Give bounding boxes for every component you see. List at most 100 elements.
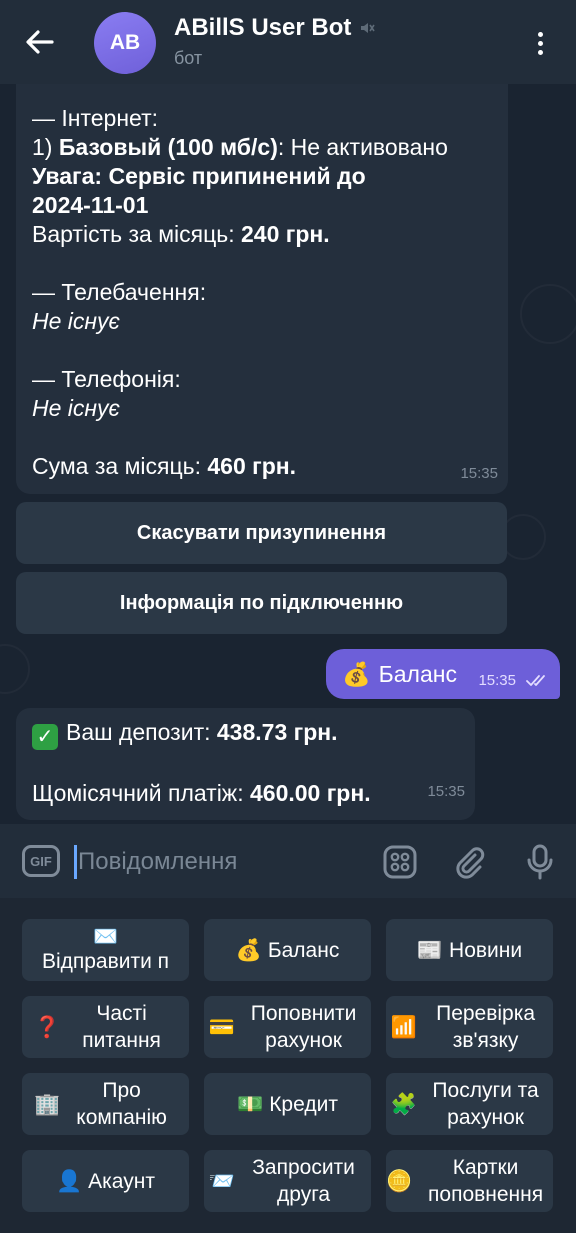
avatar[interactable]: AB: [94, 12, 156, 74]
message-line: [32, 249, 490, 278]
banknote-icon: 💵: [237, 1092, 264, 1116]
message-text-part: Сума за місяць:: [32, 453, 208, 479]
dot-icon: [537, 31, 543, 37]
arrow-left-icon: [26, 30, 54, 54]
keyboard-button-label: Відправити п: [41, 949, 170, 973]
money-bag-icon: 💰: [235, 938, 262, 962]
message-line: 1) Базовый (100 мб/с): Не активовано: [32, 133, 490, 162]
message-text-part: : Не активовано: [277, 134, 448, 160]
keyboard-button-label: Новини: [449, 938, 523, 962]
message-text-part: Базовый (100 мб/с): [58, 134, 278, 160]
inline-button-cancel-suspension[interactable]: Скасувати призупинення: [16, 502, 507, 564]
keyboard-button-label: Кредит: [269, 1092, 338, 1116]
keyboard-button-faq[interactable]: ❓ Часті питання: [22, 996, 189, 1058]
incoming-envelope-icon: 📨: [208, 1169, 236, 1193]
keyboard-button-label: Про компанію: [76, 1079, 167, 1129]
outgoing-message-text: Баланс: [378, 660, 457, 687]
message-line: — Інтернет:: [32, 104, 490, 133]
outgoing-message[interactable]: 💰 Баланс 15:35: [326, 649, 560, 699]
message-line: Увага: Сервіс припинений до: [32, 162, 490, 191]
keyboard-button-invite[interactable]: 📨 Запросити друга: [204, 1150, 371, 1212]
message-text-part: Не існує: [32, 395, 120, 421]
balance-message[interactable]: ✓ Ваш депозит: 438.73 грн. Щомісячний пла…: [16, 708, 475, 820]
keyboard-button-label: Запросити друга: [252, 1156, 355, 1206]
message-text-part: 1): [32, 134, 59, 160]
gif-button[interactable]: GIF: [22, 845, 60, 877]
message-time: 15:35: [460, 465, 498, 482]
keyboard-button-label: Часті питання: [82, 1002, 161, 1052]
text-caret: [74, 845, 77, 879]
voice-button[interactable]: [520, 842, 560, 882]
chat-area[interactable]: — Інтернет: 1) Базовый (100 мб/с): Не акт…: [0, 84, 576, 824]
message-time: 15:35: [478, 672, 516, 689]
chat-title: ABillS User Bot: [174, 14, 352, 41]
keyboard-button-about[interactable]: 🏢 Про компанію: [22, 1073, 189, 1135]
paperclip-icon: [456, 847, 485, 879]
signal-bars-icon: 📶: [390, 1015, 418, 1039]
message-line: Вартість за місяць: 240 грн.: [32, 220, 490, 249]
chat-subtitle: бот: [174, 48, 203, 68]
keyboard-button-label: Послуги та рахунок: [432, 1079, 539, 1129]
payment-value: 460.00 грн.: [249, 780, 371, 806]
keyboard-button-label: Поповнити рахунок: [250, 1002, 357, 1052]
deposit-line: ✓ Ваш депозит: 438.73 грн.: [32, 718, 459, 750]
message-input[interactable]: [78, 842, 368, 882]
message-text-part: Увага: Сервіс припинений до: [32, 163, 366, 189]
payment-line: Щомісячний платіж: 460.00 грн.: [32, 779, 459, 808]
question-mark-icon: ❓: [34, 1015, 61, 1039]
dot-icon: [537, 40, 543, 46]
attach-button[interactable]: [450, 842, 490, 882]
keyboard-button-balance[interactable]: 💰 Баланс: [204, 919, 371, 981]
empty-line: [32, 750, 459, 779]
message-text-part: — Телебачення:: [32, 279, 207, 305]
message-line: [32, 423, 490, 452]
wallpaper-doodle: [0, 644, 30, 694]
double-check-icon: [526, 675, 545, 686]
message-line: [32, 336, 490, 365]
newspaper-icon: 📰: [416, 938, 444, 962]
dot-icon: [537, 49, 543, 55]
more-menu-button[interactable]: [524, 26, 556, 60]
message-line: Сума за місяць: 460 грн.: [32, 452, 490, 481]
microphone-icon: [527, 844, 553, 880]
inline-button-connection-info[interactable]: Інформація по підключенню: [16, 572, 507, 634]
keyboard-grid-icon: [383, 845, 417, 879]
office-building-icon: 🏢: [34, 1092, 61, 1116]
message-time: 15:35: [427, 783, 465, 800]
keyboard-button-top-up-cards[interactable]: 🪙 Картки поповнення: [386, 1150, 553, 1212]
message-text-part: Вартість за місяць:: [32, 221, 242, 247]
chat-header: AB ABillS User Bot бот: [0, 0, 576, 84]
keyboard-button-label: Баланс: [267, 938, 340, 962]
keyboard-button-label: Картки поповнення: [428, 1156, 544, 1206]
wallpaper-doodle: [520, 284, 576, 344]
keyboard-button-credit[interactable]: 💵 Кредит: [204, 1073, 371, 1135]
back-button[interactable]: [22, 24, 58, 60]
bot-reply-keyboard: ✉️ Відправити п 💰 Баланс 📰 Новини ❓ Част…: [0, 898, 576, 1233]
keyboard-button-top-up[interactable]: 💳 Поповнити рахунок: [204, 996, 371, 1058]
message-line: Не існує: [32, 394, 490, 423]
keyboard-button-send[interactable]: ✉️ Відправити п: [22, 919, 189, 981]
bot-keyboard-toggle[interactable]: [380, 842, 420, 882]
keyboard-button-account[interactable]: 👤 Акаунт: [22, 1150, 189, 1212]
money-bag-icon: 💰: [342, 660, 371, 687]
chat-title-block[interactable]: ABillS User Bot бот: [174, 14, 376, 69]
keyboard-button-connection-check[interactable]: 📶 Перевірка зв'язку: [386, 996, 553, 1058]
puzzle-piece-icon: 🧩: [390, 1092, 418, 1116]
service-info-message[interactable]: — Інтернет: 1) Базовый (100 мб/с): Не акт…: [16, 84, 508, 494]
deposit-value: 438.73 грн.: [216, 719, 338, 745]
keyboard-button-news[interactable]: 📰 Новини: [386, 919, 553, 981]
keyboard-button-services[interactable]: 🧩 Послуги та рахунок: [386, 1073, 553, 1135]
service-info-text: — Інтернет: 1) Базовый (100 мб/с): Не акт…: [32, 104, 490, 481]
credit-card-icon: 💳: [208, 1015, 236, 1039]
deposit-label: Ваш депозит:: [66, 719, 217, 745]
message-text-part: 460 грн.: [207, 453, 297, 479]
message-input-bar: GIF: [0, 824, 576, 898]
message-text-part: — Інтернет:: [32, 105, 158, 131]
payment-label: Щомісячний платіж:: [32, 780, 250, 806]
envelope-icon: ✉️: [93, 925, 118, 948]
message-line: — Телефонія:: [32, 365, 490, 394]
user-silhouette-icon: 👤: [56, 1169, 83, 1193]
coin-icon: 🪙: [386, 1169, 413, 1193]
message-line: 2024-11-01: [32, 191, 490, 220]
keyboard-button-label: Акаунт: [88, 1169, 155, 1193]
